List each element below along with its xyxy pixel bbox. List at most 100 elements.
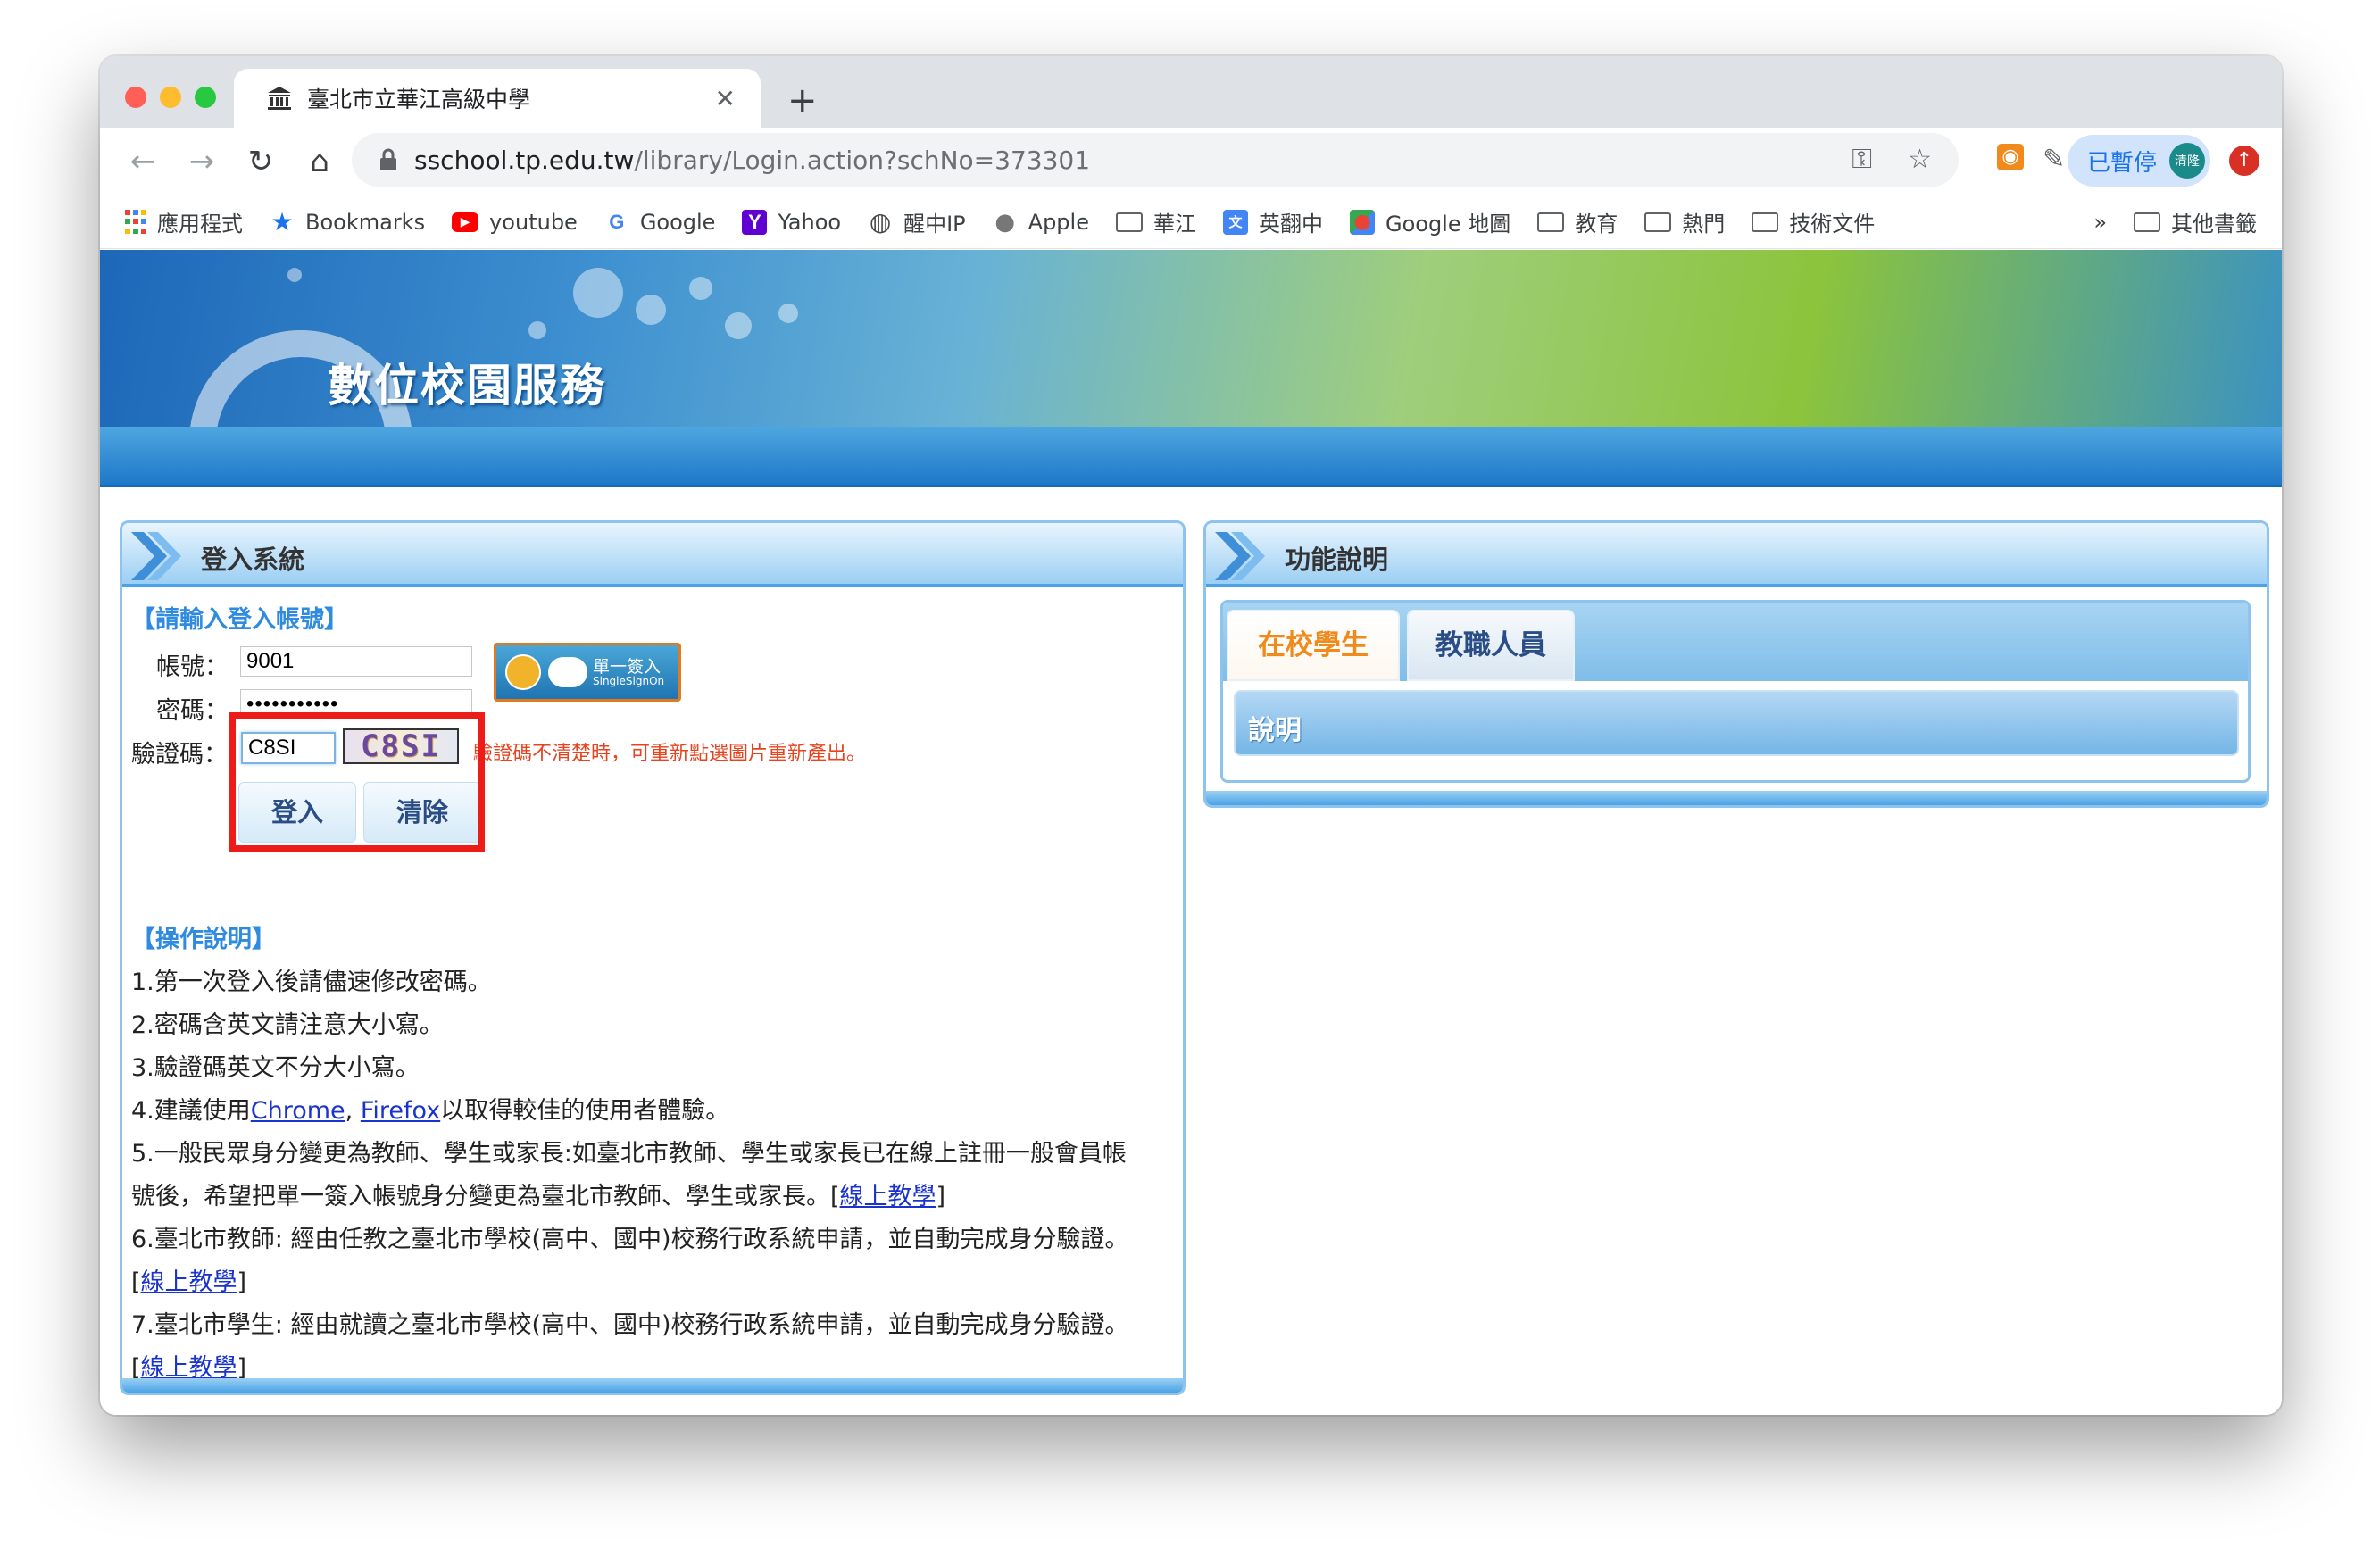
login-panel: 登入系統 【請輸入登入帳號】 帳號： 密碼： 單一簽入 SingleSignOn… — [120, 520, 1186, 1395]
instructions-title: 【操作說明】 — [131, 926, 276, 953]
single-sign-on-button[interactable]: 單一簽入 SingleSignOn — [494, 643, 681, 702]
bookmark-folder-education[interactable]: 教育 — [1537, 206, 1618, 237]
profile-label: 已暫停 — [2087, 149, 2158, 177]
bookmark-label: 華江 — [1153, 212, 1196, 237]
youtube-icon: ▶ — [452, 212, 479, 232]
bookmark-folder-docs[interactable]: 技術文件 — [1752, 206, 1875, 237]
apps-grid-icon — [125, 210, 146, 235]
bookmark-label: 教育 — [1575, 212, 1619, 237]
url-host: sschool.tp.edu.tw — [414, 145, 635, 175]
firefox-link[interactable]: Firefox — [361, 1097, 440, 1125]
school-building-icon — [268, 87, 291, 110]
avatar: 清隆 — [2169, 143, 2206, 179]
instruction-item: 號後，希望把單一簽入帳號身分變更為臺北市教師、學生或家長。[線上教學] — [131, 1176, 1183, 1218]
key-icon[interactable]: ⚿ — [1852, 144, 1872, 175]
function-panel-title: 功能說明 — [1285, 545, 1389, 575]
account-input[interactable] — [240, 646, 472, 677]
instruction-item: 1.第一次登入後請儘速修改密碼。 — [131, 969, 492, 996]
forward-arrow-icon[interactable]: → — [186, 144, 218, 179]
tab-title: 臺北市立華江高級中學 — [307, 87, 531, 112]
bookmark-label: 熱門 — [1682, 212, 1726, 237]
site-banner: 數位校園服務 — [100, 250, 2282, 427]
address-bar[interactable]: sschool.tp.edu.tw/library/Login.action?s… — [352, 133, 1959, 187]
chrome-link[interactable]: Chrome — [251, 1097, 345, 1125]
login-panel-footer — [122, 1378, 1183, 1393]
tutorial-link[interactable]: 線上教學 — [840, 1183, 936, 1210]
minimize-window-button[interactable] — [160, 87, 181, 108]
tab-strip: 臺北市立華江高級中學 ✕ + — [100, 56, 2282, 128]
bookmark-ip[interactable]: ◍ 醒中IP — [868, 206, 966, 237]
browser-toolbar: ← → ↻ ⌂ sschool.tp.edu.tw/library/Login.… — [100, 128, 2282, 195]
star-icon: ★ — [270, 207, 294, 237]
bookmark-label: youtube — [489, 209, 578, 235]
page-content: 數位校園服務 登入系統 【請輸入登入帳號】 帳號： 密碼： 單一簽入 — [100, 250, 2282, 1415]
instruction-item: 4.建議使用Chrome, Firefox以取得較佳的使用者體驗。 — [131, 1090, 1183, 1133]
instruction-item: 5.一般民眾身分變更為教師、學生或家長:如臺北市教師、學生或家長已在線上註冊一般… — [131, 1140, 1127, 1168]
rss-icon[interactable]: ◉ — [1997, 144, 2024, 170]
reload-icon[interactable]: ↻ — [245, 144, 277, 179]
bookmark-label: Google — [639, 209, 716, 235]
bookmark-translate[interactable]: 文 英翻中 — [1222, 206, 1323, 237]
instruction-text: 4.建議使用 — [131, 1097, 251, 1125]
bookmark-label: 其他書籤 — [2171, 212, 2257, 237]
browser-window: 臺北市立華江高級中學 ✕ + ← → ↻ ⌂ sschool.tp.edu.tw… — [100, 56, 2282, 1415]
cloud-lock-icon — [548, 657, 587, 687]
folder-icon — [2134, 212, 2160, 232]
banner-title: 數位校園服務 — [328, 360, 606, 412]
bookmarks-bar: 應用程式 ★ Bookmarks ▶ youtube G Google Y Ya… — [100, 195, 2282, 249]
maximize-window-button[interactable] — [195, 87, 216, 108]
google-icon: G — [609, 210, 625, 233]
bookmark-star-icon[interactable]: ☆ — [1908, 144, 1932, 175]
sso-subtitle: SingleSignOn — [593, 674, 665, 687]
browser-tab[interactable]: 臺北市立華江高級中學 ✕ — [234, 69, 761, 128]
captcha-label: 驗證碼： — [131, 741, 228, 769]
bookmark-label: 應用程式 — [157, 212, 243, 237]
folder-icon — [1752, 212, 1779, 232]
new-tab-button[interactable]: + — [787, 83, 818, 119]
bookmark-youtube[interactable]: ▶ youtube — [452, 210, 578, 235]
bookmark-google[interactable]: G Google — [604, 209, 716, 235]
globe-icon: ◍ — [869, 207, 892, 237]
bookmark-apps[interactable]: 應用程式 — [125, 206, 243, 237]
instruction-item: [線上教學] — [131, 1261, 1183, 1304]
back-arrow-icon[interactable]: ← — [127, 144, 159, 179]
tab-staff[interactable]: 教職人員 — [1407, 610, 1575, 681]
tutorial-link[interactable]: 線上教學 — [141, 1268, 237, 1296]
instruction-item: 3.驗證碼英文不分大小寫。 — [131, 1054, 420, 1082]
lock-icon[interactable] — [379, 148, 398, 171]
bookmark-label: 醒中IP — [903, 212, 966, 237]
instruction-text: [ — [131, 1268, 141, 1296]
apple-icon: ● — [994, 208, 1015, 236]
password-label: 密碼： — [156, 697, 229, 725]
login-prompt: 【請輸入登入帳號】 — [131, 606, 348, 634]
update-arrow-icon[interactable]: ↑ — [2229, 146, 2259, 176]
instruction-item: 6.臺北市教師: 經由任教之臺北市學校(高中、國中)校務行政系統申請，並自動完成… — [131, 1226, 1129, 1253]
bookmark-label: Bookmarks — [305, 209, 426, 235]
maps-icon: ● — [1349, 209, 1375, 235]
bookmark-maps[interactable]: ● Google 地圖 — [1349, 206, 1511, 237]
bookmarks-overflow-button[interactable]: » — [2093, 210, 2107, 235]
bookmark-folder-huajiang[interactable]: 華江 — [1115, 206, 1196, 237]
close-window-button[interactable] — [125, 87, 146, 108]
bookmark-folder-popular[interactable]: 熱門 — [1644, 206, 1725, 237]
note-icon[interactable]: ✎ — [2043, 144, 2065, 175]
window-controls — [125, 87, 216, 108]
tab-close-icon[interactable]: ✕ — [715, 84, 736, 113]
yahoo-icon: Y — [742, 209, 768, 235]
function-tab-row: 在校學生 教職人員 — [1223, 603, 2248, 681]
tab-students[interactable]: 在校學生 — [1227, 610, 1400, 681]
bookmark-label: 英翻中 — [1258, 212, 1323, 237]
bookmark-yahoo[interactable]: Y Yahoo — [742, 209, 841, 235]
translate-icon: 文 — [1222, 209, 1248, 235]
home-icon[interactable]: ⌂ — [304, 144, 336, 179]
instruction-item: 7.臺北市學生: 經由就讀之臺北市學校(高中、國中)校務行政系統申請，並自動完成… — [131, 1311, 1129, 1339]
highlight-box — [229, 712, 485, 852]
url-path: /library/Login.action?schNo=373301 — [634, 145, 1091, 175]
login-panel-header: 登入系統 — [122, 523, 1183, 587]
bookmark-bookmarks[interactable]: ★ Bookmarks — [270, 207, 426, 237]
bookmark-apple[interactable]: ● Apple — [993, 208, 1089, 236]
profile-button[interactable]: 已暫停 清隆 — [2068, 135, 2210, 187]
other-bookmarks-folder[interactable]: 其他書籤 — [2134, 206, 2257, 237]
bookmark-label: Google 地圖 — [1385, 212, 1511, 237]
account-label: 帳號： — [156, 653, 229, 681]
